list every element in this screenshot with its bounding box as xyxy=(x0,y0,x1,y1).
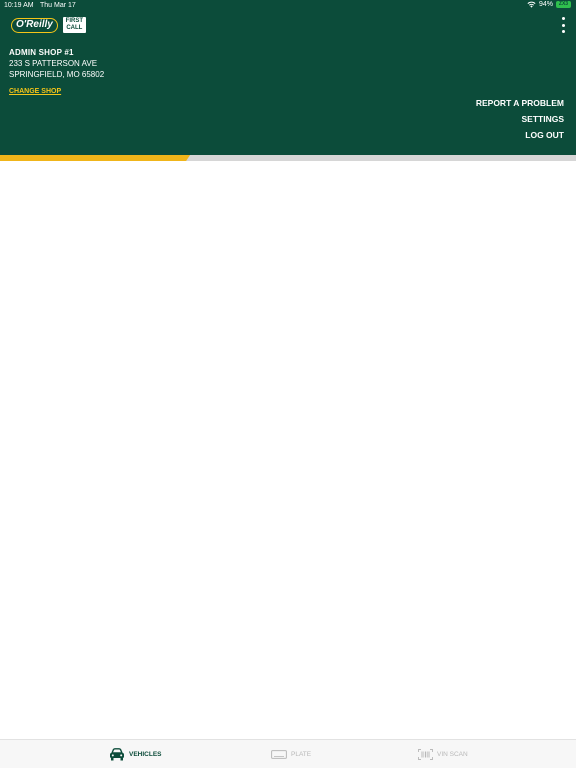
app-header: 10:19 AM Thu Mar 17 94% ZX3 O'Reilly FIR… xyxy=(0,0,576,155)
header-menu: REPORT A PROBLEM SETTINGS LOG OUT xyxy=(476,98,564,146)
brand-logo: O'Reilly FIRST CALL xyxy=(11,17,86,33)
shop-address-line2: SPRINGFIELD, MO 65802 xyxy=(9,70,105,79)
shop-address-line1: 233 S PATTERSON AVE xyxy=(9,59,98,68)
more-options-icon[interactable] xyxy=(561,17,565,33)
progress-bar xyxy=(0,155,576,161)
tab-plate[interactable]: PLATE xyxy=(271,740,311,768)
bottom-tab-bar: VEHICLES PLATE VIN SCAN xyxy=(0,739,576,768)
shop-info: ADMIN SHOP #1 233 S PATTERSON AVE SPRING… xyxy=(9,48,104,79)
tab-vehicles[interactable]: VEHICLES xyxy=(109,740,162,768)
tab-vin-scan-label: VIN SCAN xyxy=(437,751,468,758)
shop-name: ADMIN SHOP #1 xyxy=(9,48,74,57)
wifi-icon xyxy=(527,1,536,8)
logout-link[interactable]: LOG OUT xyxy=(476,130,564,146)
settings-link[interactable]: SETTINGS xyxy=(476,114,564,130)
battery-percent: 94% xyxy=(538,1,553,8)
status-date: Thu Mar 17 xyxy=(40,2,76,9)
license-plate-icon xyxy=(271,750,287,759)
oreilly-logo: O'Reilly xyxy=(11,17,58,33)
change-shop-link[interactable]: CHANGE SHOP xyxy=(9,88,61,95)
status-indicators: 94% ZX3 xyxy=(527,1,571,8)
tab-vehicles-label: VEHICLES xyxy=(129,751,162,758)
tab-vin-scan[interactable]: VIN SCAN xyxy=(418,740,468,768)
status-time: 10:19 AM xyxy=(4,2,34,9)
status-bar: 10:19 AM Thu Mar 17 94% ZX3 xyxy=(0,0,576,12)
progress-fill xyxy=(0,155,190,161)
tab-plate-label: PLATE xyxy=(291,751,312,758)
report-problem-link[interactable]: REPORT A PROBLEM xyxy=(476,98,564,114)
barcode-scan-icon xyxy=(418,749,433,760)
first-call-logo: FIRST CALL xyxy=(62,17,86,33)
battery-icon: ZX3 xyxy=(556,1,571,8)
car-icon xyxy=(110,748,124,761)
